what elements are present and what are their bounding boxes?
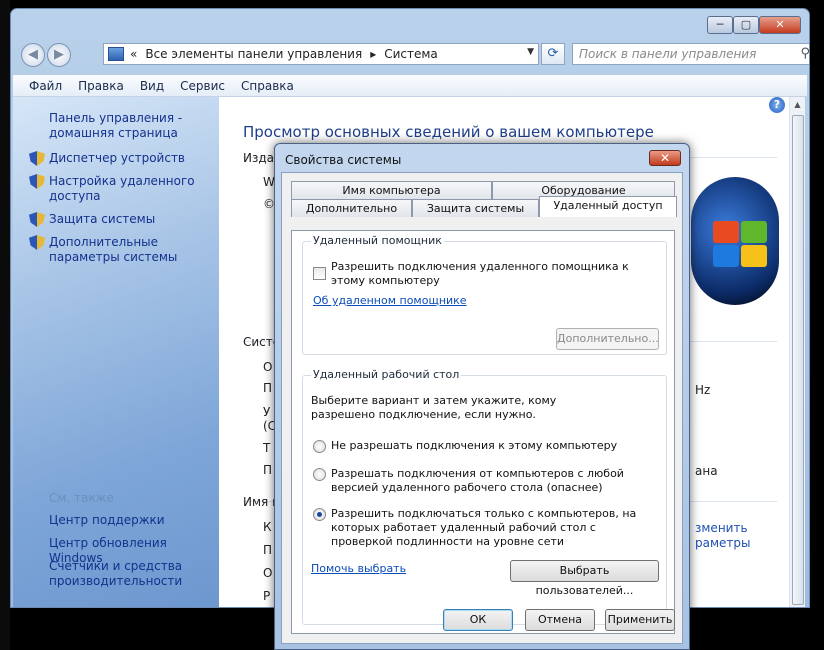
system-row: П: [263, 381, 273, 395]
sidebar: Панель управления - домашняя страница Ди…: [13, 97, 219, 607]
remote-desktop-description: Выберите вариант и затем укажите, кому р…: [311, 394, 557, 421]
system-properties-dialog: Свойства системы ✕ Имя компьютера Оборуд…: [274, 143, 690, 650]
logo-red: [713, 221, 739, 243]
name-row: П: [263, 543, 273, 557]
radio-allow-nla-label[interactable]: Разрешить подключаться только с компьюте…: [331, 507, 641, 549]
sidebar-home-link[interactable]: Панель управления - домашняя страница: [29, 111, 199, 141]
menu-help[interactable]: Справка: [241, 79, 294, 93]
change-settings-link-2[interactable]: раметры: [695, 536, 751, 550]
system-row: Т: [263, 441, 271, 455]
link-action-center[interactable]: Центр поддержки: [49, 513, 165, 528]
logo-yellow: [741, 245, 767, 267]
radio-deny[interactable]: [313, 440, 326, 453]
computer-icon: [108, 47, 124, 61]
sidebar-item-advanced[interactable]: Дополнительные параметры системы: [29, 235, 215, 265]
shield-icon: [29, 174, 45, 189]
forward-button[interactable]: ▶: [47, 43, 71, 67]
about-assistance-link[interactable]: Об удаленном помощнике: [313, 294, 467, 307]
sidebar-item-remote[interactable]: Настройка удаленного доступа: [29, 174, 209, 204]
minimize-button[interactable]: ─: [707, 16, 733, 34]
name-row: Р: [263, 589, 271, 603]
link-performance[interactable]: Счетчики и средства производительности: [49, 559, 209, 589]
help-icon[interactable]: ?: [769, 97, 785, 113]
shield-icon: [29, 151, 45, 166]
chevron-right-icon[interactable]: ▸: [370, 47, 376, 61]
search-icon[interactable]: ⚲: [800, 46, 809, 61]
remote-desktop-group: Удаленный рабочий стол Выберите вариант …: [302, 368, 667, 625]
apply-button[interactable]: Применить: [605, 609, 675, 631]
sidebar-item-label: Дополнительные параметры системы: [49, 235, 178, 264]
page-title: Просмотр основных сведений о вашем компь…: [243, 123, 654, 141]
menu-edit[interactable]: Правка: [78, 79, 124, 93]
menu-tools[interactable]: Сервис: [180, 79, 225, 93]
sidebar-item-label: Настройка удаленного доступа: [49, 174, 195, 203]
window-controls: ─ ▢ ✕: [707, 16, 801, 34]
shield-icon: [29, 212, 45, 227]
remote-desktop-legend: Удаленный рабочий стол: [311, 368, 462, 381]
advanced-button[interactable]: Дополнительно...: [556, 328, 659, 350]
chevron-down-icon[interactable]: ▼: [527, 47, 534, 57]
menu-view[interactable]: Вид: [140, 79, 164, 93]
address-overflow[interactable]: «: [130, 47, 137, 61]
radio-allow-nla[interactable]: [313, 508, 326, 521]
pen-touch-fragment: ана: [695, 464, 718, 478]
allow-assistance-checkbox[interactable]: [313, 267, 326, 280]
tab-remote-access[interactable]: Удаленный доступ: [539, 196, 677, 217]
radio-allow-any[interactable]: [313, 468, 326, 481]
help-choose-link[interactable]: Помочь выбрать: [311, 562, 406, 575]
windows-logo-icon: [691, 177, 779, 305]
tab-advanced[interactable]: Дополнительно: [291, 199, 412, 217]
back-button[interactable]: ◀: [21, 43, 45, 67]
tab-system-protection[interactable]: Защита системы: [412, 199, 539, 217]
system-row: О: [263, 360, 273, 374]
logo-green: [741, 221, 767, 243]
allow-assistance-label[interactable]: Разрешить подключения удаленного помощни…: [331, 260, 649, 288]
tab-computer-name[interactable]: Имя компьютера: [291, 181, 492, 199]
menu-file[interactable]: Файл: [29, 79, 62, 93]
logo-blue: [713, 245, 739, 267]
refresh-button[interactable]: ⟳: [541, 43, 565, 65]
name-row: О: [263, 566, 273, 580]
shield-icon: [29, 235, 45, 250]
see-also-heading: См. также: [49, 491, 114, 505]
menu-bar: Файл Правка Вид Сервис Справка: [13, 75, 807, 97]
sidebar-item-protection[interactable]: Защита системы: [29, 212, 219, 227]
scroll-up-icon[interactable]: ▲: [790, 97, 805, 113]
sidebar-item-label: Диспетчер устройств: [49, 151, 186, 165]
system-row: П: [263, 463, 273, 477]
sidebar-item-label: Защита системы: [49, 212, 156, 226]
scroll-thumb[interactable]: [792, 115, 804, 605]
ok-button[interactable]: ОК: [443, 609, 513, 631]
search-input[interactable]: Поиск в панели управления ⚲: [572, 43, 809, 65]
desktop-edge: [0, 0, 10, 650]
address-segment-system[interactable]: Система: [384, 47, 438, 61]
radio-deny-label[interactable]: Не разрешать подключения к этому компьют…: [331, 439, 651, 453]
address-bar[interactable]: « Все элементы панели управления ▸ Систе…: [103, 43, 539, 65]
cancel-button[interactable]: Отмена: [525, 609, 595, 631]
change-settings-link[interactable]: зменить: [695, 521, 748, 535]
tab-page-remote: Удаленный помощник Разрешить подключения…: [291, 230, 675, 634]
name-row: К: [263, 520, 272, 534]
scrollbar[interactable]: ▲: [789, 97, 805, 607]
close-button[interactable]: ✕: [759, 16, 801, 34]
remote-assistance-legend: Удаленный помощник: [311, 234, 444, 247]
dialog-close-button[interactable]: ✕: [649, 150, 681, 166]
sidebar-item-device-manager[interactable]: Диспетчер устройств: [29, 151, 219, 166]
select-users-button[interactable]: Выбрать пользователей...: [510, 560, 659, 597]
system-row: У: [263, 405, 271, 419]
search-placeholder: Поиск в панели управления: [579, 47, 757, 61]
remote-assistance-group: Удаленный помощник Разрешить подключения…: [302, 234, 667, 355]
radio-allow-any-label[interactable]: Разрешать подключения от компьютеров с л…: [331, 467, 651, 495]
cpu-frequency-fragment: Hz: [695, 383, 711, 397]
maximize-button[interactable]: ▢: [733, 16, 759, 34]
dialog-body: Имя компьютера Оборудование Дополнительн…: [281, 172, 683, 644]
address-segment-all-items[interactable]: Все элементы панели управления: [145, 47, 362, 61]
dialog-title: Свойства системы: [285, 153, 402, 167]
navigation-bar: ◀ ▶ « Все элементы панели управления ▸ С…: [21, 41, 809, 69]
